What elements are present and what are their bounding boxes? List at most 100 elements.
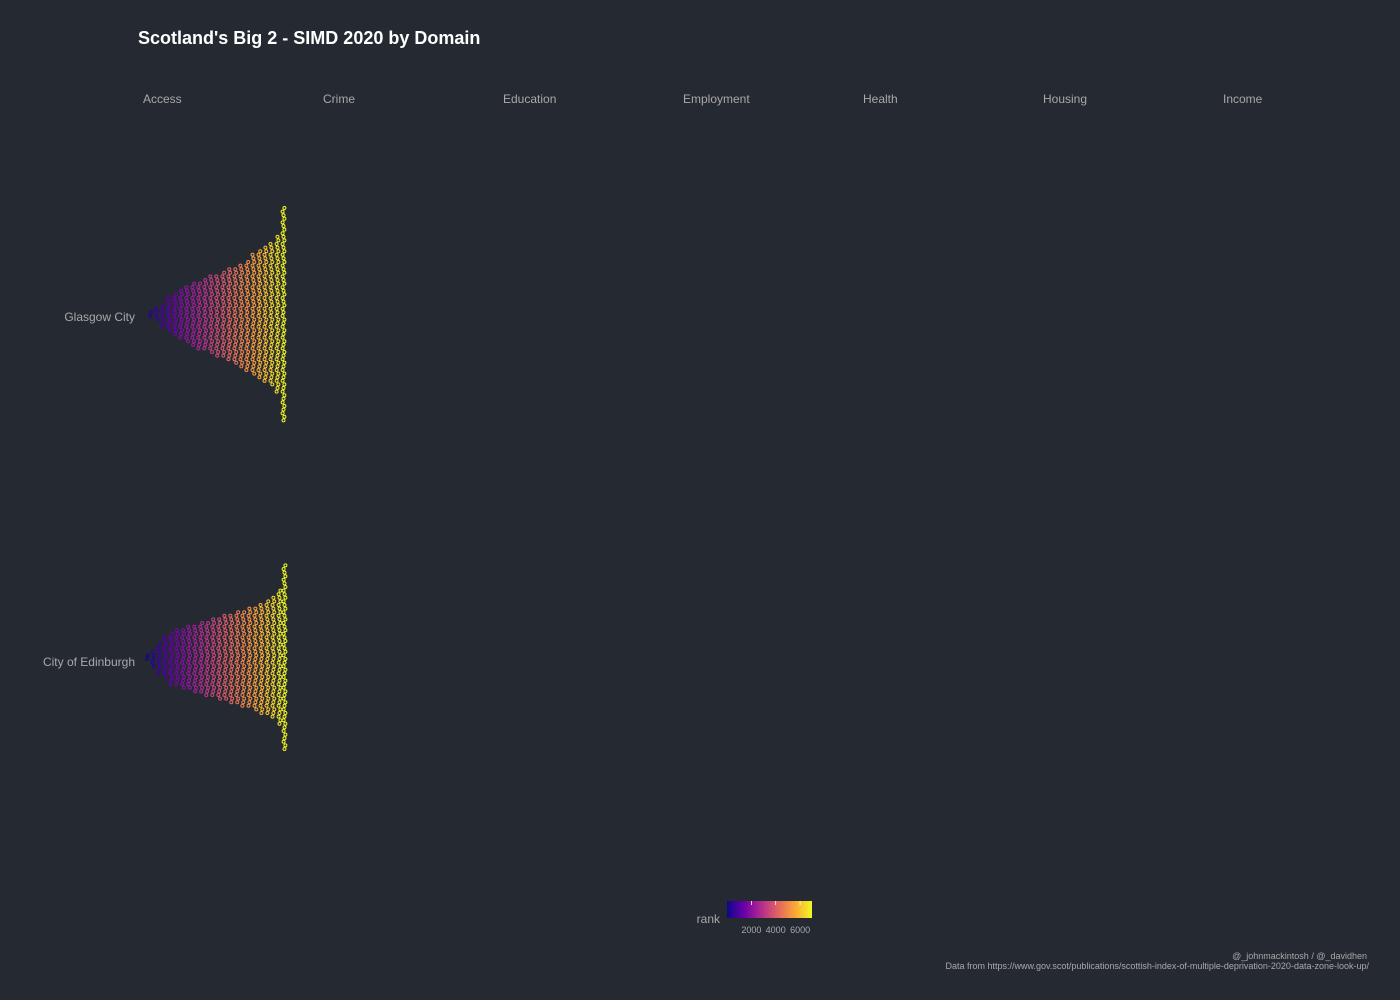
data-point: [259, 617, 264, 622]
data-point: [276, 714, 281, 719]
data-point: [244, 296, 249, 300]
data-point: [186, 660, 191, 665]
data-point: [204, 682, 209, 687]
data-point: [246, 317, 251, 322]
data-point: [217, 689, 222, 694]
data-point: [197, 310, 202, 315]
data-point: [216, 317, 221, 322]
data-point: [229, 649, 234, 654]
data-point: [209, 278, 214, 282]
data-point: [211, 617, 216, 622]
data-point: [268, 285, 273, 290]
data-point: [246, 270, 251, 275]
data-point: [265, 689, 270, 694]
data-point: [192, 317, 197, 322]
data-point: [277, 678, 282, 683]
data-point: [210, 281, 215, 286]
data-point: [228, 646, 233, 651]
data-point: [238, 274, 243, 279]
data-point: [210, 317, 215, 322]
data-point: [174, 671, 179, 676]
data-point: [188, 685, 192, 690]
data-point: [220, 314, 225, 318]
data-point: [170, 653, 174, 658]
data-point: [240, 635, 245, 640]
data-point: [276, 317, 281, 322]
data-point: [214, 285, 219, 290]
data-point: [228, 328, 233, 333]
data-point: [228, 624, 233, 629]
data-point: [281, 213, 286, 218]
data-point: [180, 328, 184, 333]
data-point: [274, 378, 279, 383]
data-point: [274, 306, 279, 311]
data-point: [154, 306, 159, 311]
data-point: [282, 216, 287, 221]
data-point: [200, 631, 205, 636]
data-point: [276, 281, 281, 286]
data-point: [247, 606, 252, 611]
data-point: [257, 353, 262, 358]
data-point: [151, 649, 155, 654]
data-point: [280, 220, 285, 225]
data-point: [182, 642, 186, 647]
data-point: [263, 375, 268, 380]
data-point: [191, 288, 196, 293]
data-point: [216, 671, 221, 676]
data-point: [235, 667, 240, 672]
data-point: [162, 671, 167, 676]
data-point: [258, 660, 263, 665]
data-point: [224, 675, 229, 679]
data-point: [192, 339, 197, 344]
data-point: [250, 368, 255, 372]
data-point: [227, 267, 232, 272]
data-point: [259, 649, 264, 654]
data-point: [280, 314, 285, 318]
data-point: [277, 639, 282, 643]
data-point: [251, 267, 256, 272]
data-point: [215, 310, 220, 315]
data-point: [276, 682, 281, 687]
data-point: [168, 635, 173, 640]
data-point: [188, 642, 192, 647]
data-point: [210, 303, 215, 308]
data-point: [191, 310, 196, 315]
data-point: [192, 303, 197, 308]
data-point: [220, 274, 225, 279]
data-point: [200, 685, 205, 690]
data-point: [211, 649, 216, 654]
data-point: [186, 317, 190, 322]
data-point: [281, 256, 286, 261]
data-point: [254, 675, 259, 679]
data-point: [202, 324, 207, 329]
data-point: [277, 606, 282, 611]
data-point: [278, 631, 283, 636]
data-point: [265, 678, 270, 683]
data-point: [272, 599, 277, 604]
data-point: [246, 292, 251, 297]
data-point: [145, 657, 149, 661]
data-point: [283, 743, 288, 748]
data-point: [199, 649, 204, 654]
data-point: [251, 364, 256, 369]
data-point: [247, 689, 252, 694]
data-point: [258, 360, 263, 365]
data-point: [192, 281, 197, 286]
data-point: [202, 335, 207, 340]
data-point: [282, 714, 287, 719]
data-point: [228, 292, 233, 297]
data-point: [270, 660, 275, 665]
data-point: [254, 610, 259, 615]
data-point: [210, 292, 215, 297]
data-point: [246, 260, 251, 264]
data-point: [230, 696, 235, 701]
data-point: [278, 718, 283, 723]
data-point: [241, 657, 246, 661]
data-point: [217, 649, 222, 654]
data-point: [258, 624, 263, 629]
data-point: [235, 700, 240, 705]
data-point: [281, 332, 286, 336]
data-point: [265, 667, 270, 672]
data-point: [270, 281, 275, 286]
data-point: [264, 328, 269, 333]
